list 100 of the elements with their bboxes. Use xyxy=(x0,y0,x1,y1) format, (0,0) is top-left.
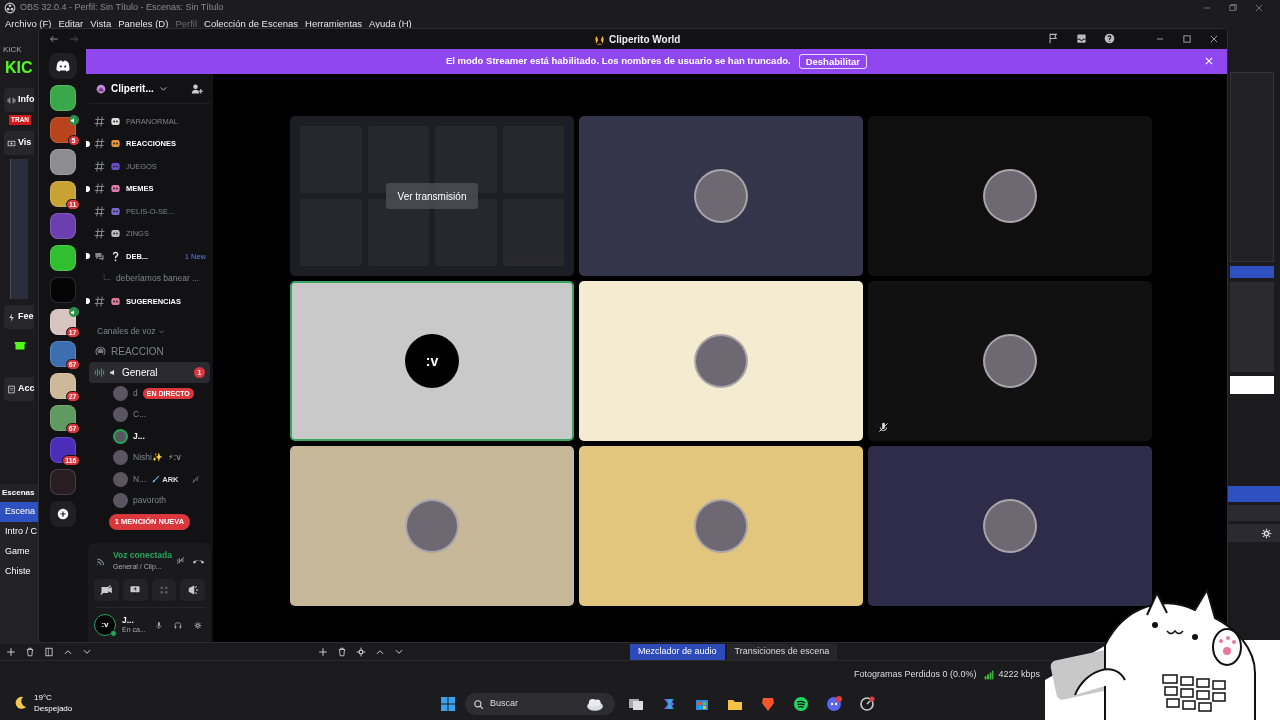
move-up-icon[interactable] xyxy=(63,647,73,657)
emoji-icon xyxy=(110,205,121,217)
delete-icon[interactable] xyxy=(25,647,35,657)
chevron-down-icon[interactable] xyxy=(158,84,168,93)
soundboard-button[interactable] xyxy=(180,579,205,601)
scene-item[interactable]: Escena xyxy=(0,502,38,522)
server-icon[interactable] xyxy=(49,405,76,431)
search-field[interactable]: Buscar xyxy=(465,693,615,715)
member-name[interactable]: d xyxy=(133,386,138,400)
server-icon[interactable] xyxy=(49,181,76,207)
add-server-button[interactable] xyxy=(49,501,76,527)
participant-tile[interactable] xyxy=(579,116,863,276)
menu-item[interactable]: Herramientas xyxy=(305,16,363,32)
member-name[interactable]: J... xyxy=(133,429,145,443)
noise-suppression-icon[interactable] xyxy=(175,554,185,566)
dock-label: Fee xyxy=(18,310,34,324)
deafened-icon xyxy=(191,474,201,484)
menu-item[interactable]: Paneles (D) xyxy=(118,16,169,32)
voice-channel[interactable]: REACCION xyxy=(89,340,210,362)
disable-button[interactable]: Deshabilitar xyxy=(798,54,868,69)
add-member-icon[interactable] xyxy=(191,82,203,95)
server-icon[interactable] xyxy=(49,437,76,463)
bitrate-text: 4222 kbps xyxy=(998,667,1040,681)
emoji-icon xyxy=(110,183,121,195)
move-up-icon[interactable] xyxy=(375,647,385,657)
server-badge-icon xyxy=(96,83,106,94)
task-view-icon[interactable] xyxy=(628,696,644,712)
emoji-icon xyxy=(110,250,121,262)
preview-placeholder xyxy=(1230,376,1274,394)
dock-tab[interactable]: Mezclador de audio xyxy=(630,644,725,660)
menu-item[interactable]: Archivo (F) xyxy=(5,16,52,32)
category-label[interactable]: Canales de voz xyxy=(97,325,156,338)
participant-tile[interactable] xyxy=(868,281,1152,441)
delete-icon[interactable] xyxy=(337,647,347,657)
settings-icon[interactable] xyxy=(356,647,366,657)
gauge-icon[interactable] xyxy=(859,696,875,712)
server-icon[interactable] xyxy=(49,245,76,271)
avatar-placeholder xyxy=(983,334,1037,388)
close-icon[interactable] xyxy=(1254,3,1264,13)
chat-app-icon[interactable] xyxy=(826,696,842,712)
member-name[interactable]: C... xyxy=(133,408,147,422)
headphones-icon[interactable] xyxy=(174,619,183,631)
dock-tab[interactable]: Transiciones de escena xyxy=(726,644,838,660)
participant-tile[interactable] xyxy=(579,281,863,441)
settings-icon[interactable] xyxy=(1261,527,1272,539)
signal-bars-icon xyxy=(984,669,995,680)
move-down-icon[interactable] xyxy=(394,647,404,657)
server-icon[interactable] xyxy=(49,373,76,399)
scene-item[interactable]: Game xyxy=(0,542,38,562)
menu-item[interactable]: Editar xyxy=(58,16,84,32)
back-arrow-icon[interactable] xyxy=(49,34,59,44)
dock-title: Escenas xyxy=(2,487,35,499)
scene-item[interactable]: Chiste xyxy=(0,562,38,582)
member-name[interactable]: pavoroth xyxy=(133,494,167,508)
participant-tile[interactable] xyxy=(579,446,863,606)
help-icon[interactable] xyxy=(1104,33,1115,44)
scene-item[interactable]: Intro / C xyxy=(0,522,38,542)
participant-tile[interactable] xyxy=(868,446,1152,606)
server-icon[interactable] xyxy=(49,309,76,335)
windows-start-icon[interactable] xyxy=(440,696,456,712)
camera-off-button[interactable] xyxy=(94,579,119,601)
forum-icon xyxy=(94,250,105,262)
server-name[interactable]: Cliperit... xyxy=(111,81,154,96)
maximize-icon[interactable] xyxy=(1228,3,1238,13)
menu-item[interactable]: Colección de Escenas xyxy=(204,16,299,32)
flag-icon[interactable] xyxy=(1048,33,1059,44)
panel-icon[interactable] xyxy=(44,647,54,657)
settings-icon[interactable] xyxy=(194,619,202,631)
watch-stream-button[interactable]: Ver transmisión xyxy=(385,183,479,209)
member-name[interactable]: N... xyxy=(133,472,147,486)
soundboard-icon xyxy=(186,584,199,596)
move-down-icon[interactable] xyxy=(82,647,92,657)
screen-share-icon xyxy=(129,584,142,596)
add-icon[interactable] xyxy=(6,647,16,657)
server-icon[interactable] xyxy=(49,85,76,111)
dock-icon xyxy=(7,312,16,322)
participant-tile[interactable]: Ver transmisión xyxy=(290,116,574,276)
window-title: OBS 32.0.4 - Perfil: Sin Título - Escenas: Sin Título xyxy=(20,1,224,15)
inbox-icon[interactable] xyxy=(1076,33,1087,44)
camera-off-icon xyxy=(100,584,113,596)
server-icon[interactable] xyxy=(49,341,76,367)
add-icon[interactable] xyxy=(318,647,328,657)
thread-item[interactable]: deberíamos banear ... xyxy=(116,272,200,286)
emoji-icon xyxy=(110,228,121,240)
home-button[interactable] xyxy=(48,53,77,79)
dock-label: Info xyxy=(18,93,35,107)
gift-icon xyxy=(14,339,26,351)
close-icon[interactable] xyxy=(1209,33,1219,44)
server-icon[interactable] xyxy=(49,117,76,143)
emoji-icon xyxy=(110,138,121,150)
maximize-icon[interactable] xyxy=(1182,33,1192,44)
menu-item[interactable]: Vista xyxy=(90,16,112,32)
member-name[interactable]: Nishi✨ xyxy=(133,451,163,465)
microphone-icon[interactable] xyxy=(154,619,163,631)
participant-tile[interactable] xyxy=(290,446,574,606)
screen-share-button[interactable] xyxy=(122,579,148,601)
participant-tile[interactable]: :v xyxy=(290,281,574,441)
server-icon[interactable] xyxy=(49,149,76,175)
participant-tile[interactable] xyxy=(868,116,1152,276)
dock-icon xyxy=(7,95,16,105)
